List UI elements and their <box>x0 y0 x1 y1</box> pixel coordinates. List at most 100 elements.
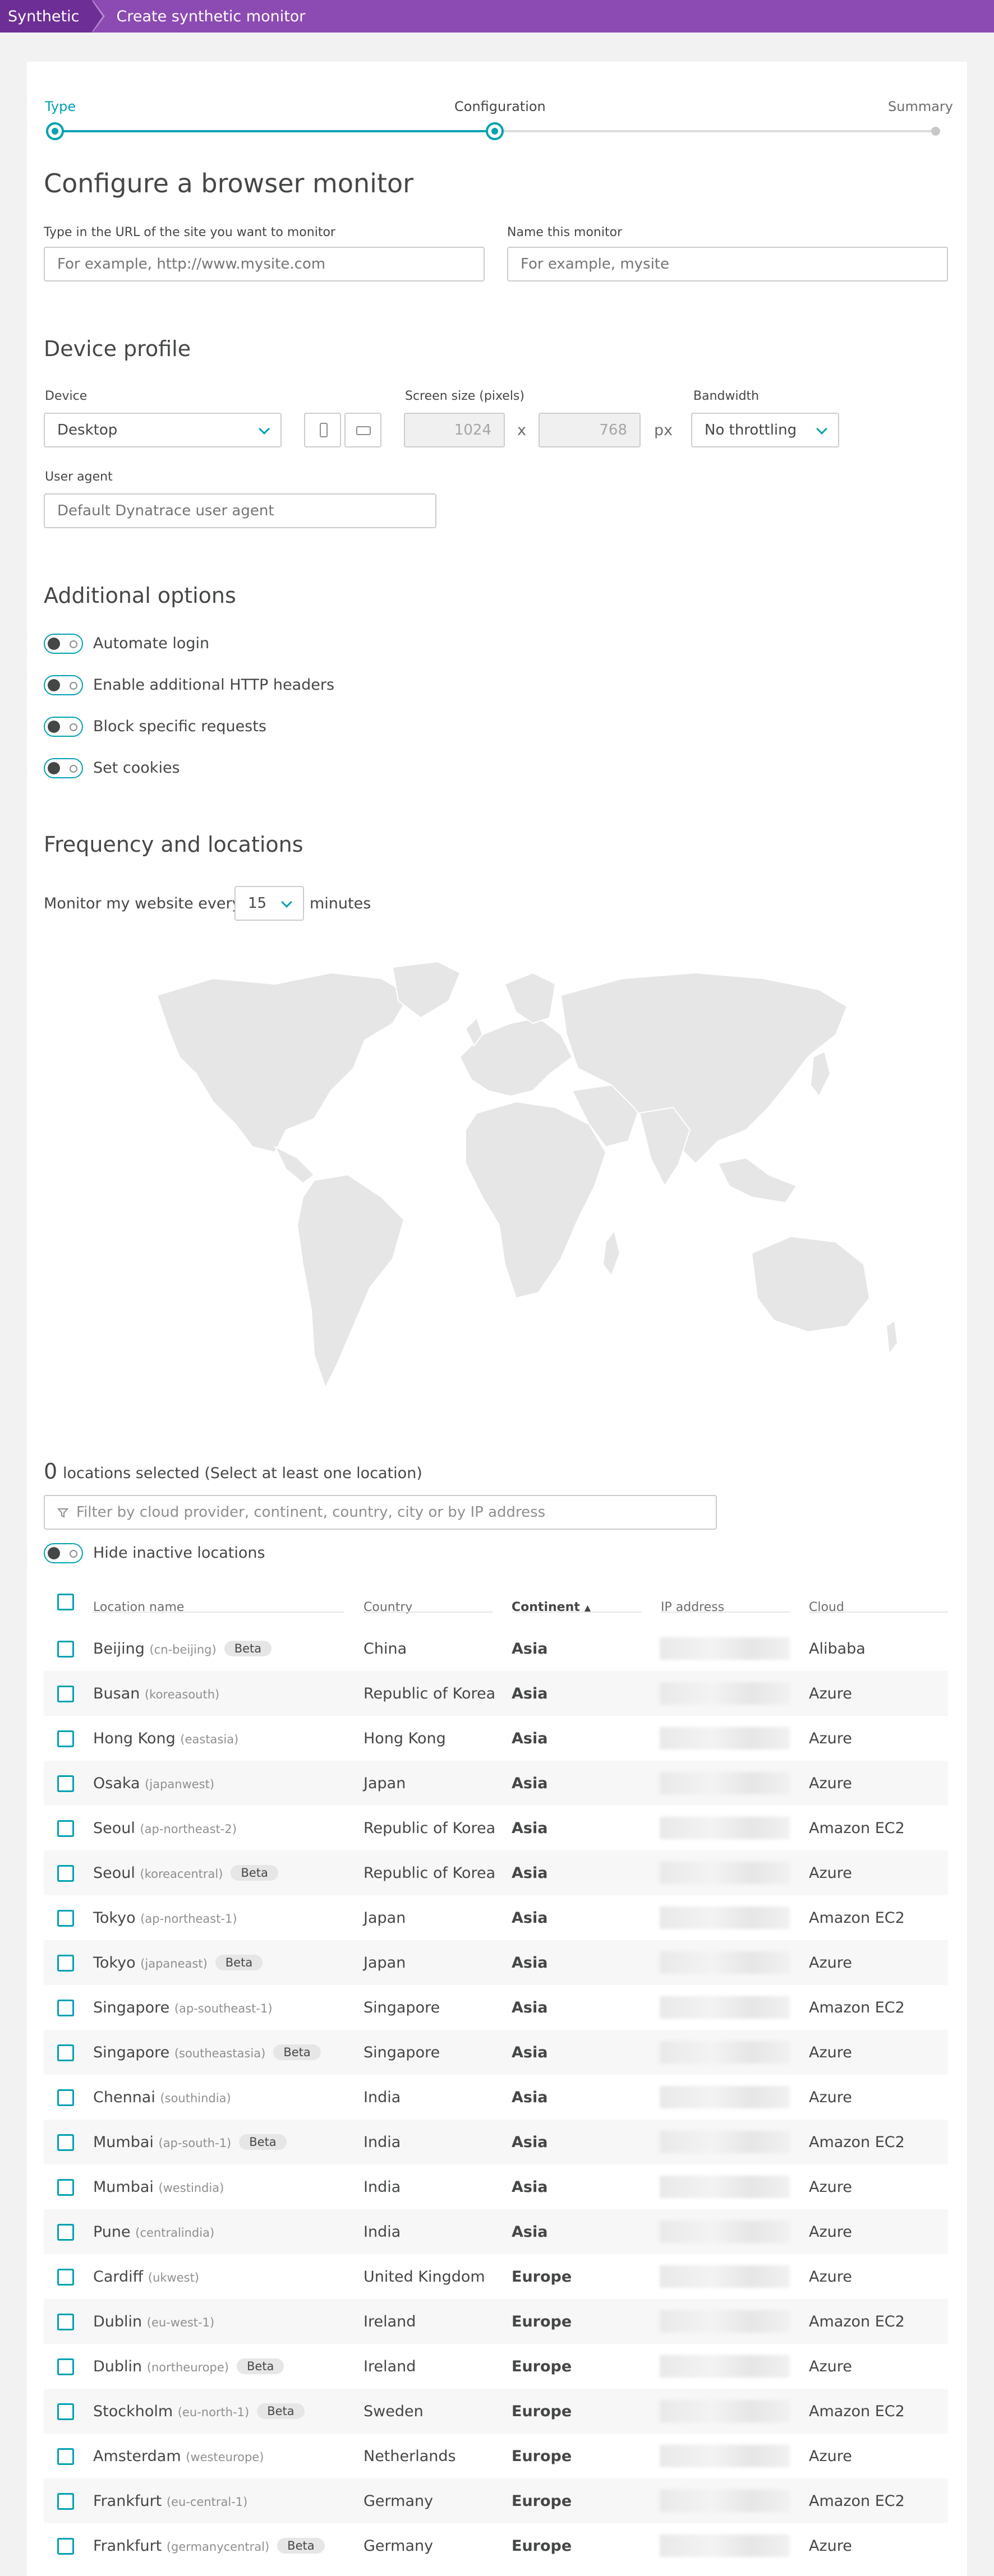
location-filter-input[interactable]: Filter by cloud provider, continent, cou… <box>44 1495 717 1530</box>
table-row[interactable]: Seoul (ap-northeast-2) Republic of Korea A… <box>44 1806 948 1850</box>
portrait-orientation-button[interactable] <box>304 413 341 447</box>
cloud-cell: Azure <box>809 1685 852 1702</box>
screen-size-label: Screen size (pixels) <box>405 389 524 403</box>
automate-login-toggle[interactable] <box>44 634 83 654</box>
table-row[interactable]: Amsterdam (westeurope) Netherlands Europe A… <box>44 2434 948 2478</box>
location-checkbox[interactable] <box>57 1820 74 1837</box>
monitor-name-input[interactable] <box>507 247 948 281</box>
continent-cell: Asia <box>512 1864 548 1882</box>
beta-badge: Beta <box>237 2358 284 2374</box>
location-name-cell: Tokyo (japaneast) Beta <box>93 1954 263 1972</box>
location-code: (southeastasia) <box>174 2047 266 2060</box>
location-checkbox[interactable] <box>57 1686 74 1702</box>
bandwidth-select[interactable]: No throttling <box>691 413 839 447</box>
location-name-cell: Chennai (southindia) <box>93 2089 231 2106</box>
location-checkbox[interactable] <box>57 2224 74 2241</box>
table-row[interactable]: Osaka (japanwest) Japan Asia Azure <box>44 1761 948 1806</box>
location-checkbox[interactable] <box>57 1775 74 1792</box>
location-checkbox[interactable] <box>57 2314 74 2330</box>
location-checkbox[interactable] <box>57 1865 74 1882</box>
breadcrumb-synthetic[interactable]: Synthetic <box>0 0 106 33</box>
continent-cell: Europe <box>512 2358 572 2375</box>
step-configuration-dot[interactable] <box>486 122 504 140</box>
map-southeast-asia <box>717 1157 798 1204</box>
landscape-orientation-button[interactable] <box>344 413 381 447</box>
location-city: Mumbai <box>93 2178 154 2196</box>
location-code: (japanwest) <box>145 1778 215 1791</box>
country-cell: India <box>363 2223 401 2241</box>
automate-login-label: Automate login <box>93 635 210 652</box>
ip-address-cell <box>660 1951 790 1974</box>
location-checkbox[interactable] <box>57 1641 74 1658</box>
screen-height-input <box>539 413 641 447</box>
block-requests-label: Block specific requests <box>93 718 266 735</box>
chevron-down-icon <box>259 423 270 435</box>
frequency-select-value: 15 <box>248 895 267 912</box>
cloud-cell: Azure <box>809 2537 852 2555</box>
device-select[interactable]: Desktop <box>44 413 282 447</box>
hide-inactive-toggle[interactable] <box>44 1543 83 1563</box>
country-cell: Republic of Korea <box>363 1820 496 1837</box>
table-row[interactable]: Hong Kong (eastasia) Hong Kong Asia Azure <box>44 1716 948 1761</box>
location-checkbox[interactable] <box>57 2493 74 2510</box>
country-cell: Hong Kong <box>363 1730 446 1747</box>
table-row[interactable]: Chennai (southindia) India Asia Azure <box>44 2075 948 2120</box>
continent-cell: Europe <box>512 2492 572 2510</box>
table-row[interactable]: Dublin (northeurope) Beta Ireland Europe Azu… <box>44 2344 948 2389</box>
location-checkbox[interactable] <box>57 2134 74 2151</box>
table-row[interactable]: Pune (centralindia) India Asia Azure <box>44 2209 948 2254</box>
location-name-cell: Frankfurt (germanycentral) Beta <box>93 2537 325 2555</box>
location-city: Pune <box>93 2223 131 2241</box>
table-row[interactable]: Singapore (southeastasia) Beta Singapore As… <box>44 2030 948 2075</box>
location-checkbox[interactable] <box>57 2089 74 2106</box>
select-all-checkbox[interactable] <box>57 1594 74 1610</box>
cloud-cell: Azure <box>809 2358 852 2375</box>
location-checkbox[interactable] <box>57 2538 74 2555</box>
table-row[interactable]: Dublin (eu-west-1) Ireland Europe Amazon EC… <box>44 2299 948 2344</box>
table-row[interactable]: Frankfurt (germanycentral) Beta Germany Eur… <box>44 2523 948 2568</box>
country-cell: United Kingdom <box>363 2268 485 2286</box>
location-checkbox[interactable] <box>57 1730 74 1747</box>
location-checkbox[interactable] <box>57 2403 74 2420</box>
step-summary-label: Summary <box>888 99 953 114</box>
table-row[interactable]: Beijing (cn-beijing) Beta China Asia Alibaba <box>44 1626 948 1671</box>
step-configuration-label[interactable]: Configuration <box>454 99 546 114</box>
set-cookies-toggle[interactable] <box>44 758 83 778</box>
table-row[interactable]: Mumbai (ap-south-1) Beta India Asia Amazon E… <box>44 2120 948 2164</box>
table-row[interactable]: Frankfurt (eu-central-1) Germany Europe Ama… <box>44 2478 948 2523</box>
location-city: Hong Kong <box>93 1730 176 1747</box>
table-row[interactable]: Tokyo (japaneast) Beta Japan Asia Azure <box>44 1940 948 1985</box>
table-row[interactable]: Busan (koreasouth) Republic of Korea Asia A… <box>44 1671 948 1716</box>
location-checkbox[interactable] <box>57 2000 74 2016</box>
location-name-cell: Seoul (koreacentral) Beta <box>93 1864 278 1882</box>
frequency-select[interactable]: 15 <box>234 886 304 921</box>
location-checkbox[interactable] <box>57 2448 74 2465</box>
cloud-cell: Amazon EC2 <box>809 1820 905 1837</box>
ip-address-cell <box>660 2355 790 2378</box>
location-checkbox[interactable] <box>57 2044 74 2061</box>
world-map[interactable] <box>146 962 903 1410</box>
url-input[interactable] <box>44 247 485 281</box>
table-row[interactable]: Tokyo (ap-northeast-1) Japan Asia Amazon EC… <box>44 1895 948 1940</box>
table-row[interactable]: Stockholm (eu-north-1) Beta Sweden Europe Am… <box>44 2389 948 2434</box>
table-row[interactable]: Singapore (ap-southeast-1) Singapore Asia A… <box>44 1985 948 2030</box>
location-checkbox[interactable] <box>57 2269 74 2286</box>
location-checkbox[interactable] <box>57 1955 74 1972</box>
column-divider <box>809 1612 948 1613</box>
location-code: (koreasouth) <box>144 1688 220 1701</box>
location-checkbox[interactable] <box>57 1910 74 1927</box>
location-name-cell: Hong Kong (eastasia) <box>93 1730 238 1747</box>
step-type-dot[interactable] <box>46 122 64 140</box>
location-checkbox[interactable] <box>57 2358 74 2375</box>
http-headers-toggle[interactable] <box>44 675 83 695</box>
location-checkbox[interactable] <box>57 2179 74 2196</box>
step-progress-remaining <box>495 130 936 132</box>
table-row[interactable]: Mumbai (westindia) India Asia Azure <box>44 2164 948 2209</box>
step-type-label[interactable]: Type <box>45 99 76 114</box>
block-requests-toggle[interactable] <box>44 717 83 737</box>
user-agent-input[interactable] <box>44 493 436 528</box>
location-name-cell: Amsterdam (westeurope) <box>93 2448 264 2465</box>
table-row[interactable]: Cardiff (ukwest) United Kingdom Europe Azur… <box>44 2254 948 2299</box>
table-row[interactable]: Seoul (koreacentral) Beta Republic of Kore… <box>44 1850 948 1895</box>
ip-address-cell <box>660 2310 790 2333</box>
